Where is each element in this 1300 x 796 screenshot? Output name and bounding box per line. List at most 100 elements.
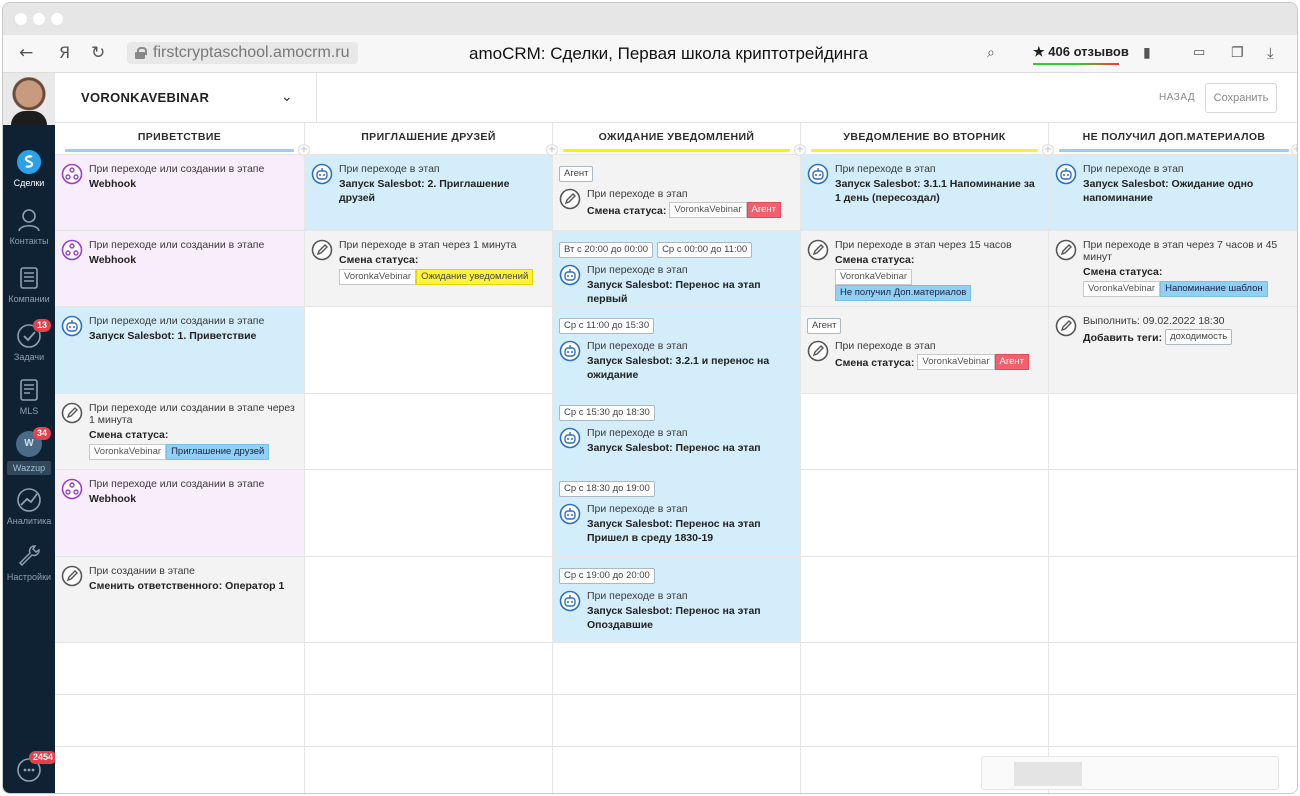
trigger-action: Смена статуса: <box>587 205 667 217</box>
empty-cell[interactable] <box>1049 469 1297 556</box>
salesbot-icon <box>559 427 581 449</box>
empty-cell[interactable] <box>305 746 552 793</box>
trigger-cell[interactable]: При переходе или создании в этапе через … <box>55 393 304 469</box>
empty-cell[interactable] <box>1049 694 1297 746</box>
address-bar[interactable]: firstcryptaschool.amocrm.ru <box>127 42 358 64</box>
download-icon[interactable]: ⤓ <box>1267 44 1274 62</box>
empty-cell[interactable] <box>1049 556 1297 642</box>
trigger-cell[interactable]: Ср с 19:00 до 20:00 При переходе в этап … <box>553 556 800 642</box>
pipeline-chip: VoronkaVebinar <box>835 269 913 285</box>
trigger-cell[interactable]: При переходе в этап Запуск Salesbot: Ожи… <box>1049 154 1297 230</box>
status-chips: VoronkaVebinar Не получил Доп.материалов <box>835 269 1042 301</box>
empty-cell[interactable] <box>801 393 1048 469</box>
chat-button[interactable]: 2454 <box>3 751 58 786</box>
empty-cell[interactable] <box>553 746 800 793</box>
trigger-cell[interactable]: Агент При переходе в этап Смена статуса:… <box>801 306 1048 393</box>
trigger-cell[interactable]: Ср с 15:30 до 18:30 При переходе в этап … <box>553 393 800 469</box>
pipeline-name[interactable]: VORONKAVEBINAR <box>81 90 209 105</box>
empty-cell[interactable] <box>1049 393 1297 469</box>
trigger-condition: При создании в этапе <box>89 565 195 577</box>
mls-icon <box>20 379 38 401</box>
pipeline-chip: VoronkaVebinar <box>1083 281 1161 297</box>
trigger-cell[interactable]: При переходе или создании в этапе Webhoo… <box>55 230 304 306</box>
back-link[interactable]: НАЗАД <box>1159 92 1195 103</box>
nav-tasks[interactable]: Задачи 13 <box>3 319 55 362</box>
trigger-condition: При переходе в этап через 1 минута <box>339 239 517 251</box>
empty-cell[interactable] <box>801 469 1048 556</box>
nav-wazzup[interactable]: W 34 <box>3 427 55 457</box>
trigger-condition: При переходе в этап через 7 часов и 45 м… <box>1083 239 1278 263</box>
status-chips: VoronkaVebinar Ожидание уведомлений <box>339 269 546 285</box>
extensions-icon[interactable]: ❐ <box>1231 45 1244 61</box>
trigger-condition: При переходе в этап <box>587 264 688 276</box>
companies-icon <box>20 267 38 289</box>
trigger-cell[interactable]: Выполнить: 09.02.2022 18:30 Добавить тег… <box>1049 306 1297 393</box>
trigger-action: Смена статуса: <box>89 429 169 441</box>
trigger-cell[interactable]: Агент При переходе в этап Смена статуса:… <box>553 154 800 230</box>
trigger-cell[interactable]: При переходе в этап Запуск Salesbot: 3.1… <box>801 154 1048 230</box>
browser-page-title: amoCRM: Сделки, Первая школа криптотрейд… <box>469 44 868 63</box>
trigger-cell[interactable]: Вт с 20:00 до 00:00 Ср с 00:00 до 11:00 П… <box>553 230 800 306</box>
empty-cell[interactable] <box>55 642 304 694</box>
zoom-window-button[interactable] <box>51 13 63 25</box>
minimize-window-button[interactable] <box>33 13 45 25</box>
nav-tasks-label: Задачи <box>13 352 45 362</box>
chevron-down-icon[interactable]: ⌄ <box>281 89 293 105</box>
trigger-condition: При переходе или создании в этапе <box>89 163 265 175</box>
nav-mls[interactable]: MLS <box>3 377 55 416</box>
trigger-cell[interactable]: При переходе или создании в этапе Запуск… <box>55 306 304 393</box>
empty-cell[interactable] <box>553 694 800 746</box>
trigger-cell[interactable]: При переходе или создании в этапе Webhoo… <box>55 469 304 556</box>
nav-settings[interactable]: Настройки <box>3 543 55 582</box>
empty-cell[interactable] <box>55 694 304 746</box>
reload-icon[interactable]: ↻ <box>91 43 105 63</box>
tag-chips: Добавить теги: доходимость <box>1083 329 1293 345</box>
nav-contacts[interactable]: Контакты <box>3 207 55 246</box>
reviews-badge[interactable]: ★ 406 отзывов <box>1033 43 1129 65</box>
trigger-cell[interactable]: Ср с 18:30 до 19:00 При переходе в этап … <box>553 469 800 556</box>
minimap-viewport[interactable] <box>1014 762 1082 786</box>
empty-cell[interactable] <box>305 556 552 642</box>
save-button[interactable]: Сохранить <box>1205 83 1277 113</box>
status-chips: VoronkaVebinar Приглашение друзей <box>89 444 298 460</box>
trigger-condition: При переходе в этап <box>587 590 688 602</box>
empty-cell[interactable] <box>801 642 1048 694</box>
trigger-action: Запуск Salesbot: Перенос на этап первый <box>587 279 761 305</box>
pipeline-header: VORONKAVEBINAR ⌄ НАЗАД Сохранить <box>55 73 1297 123</box>
trigger-cell[interactable]: При переходе в этап через 1 минута Смена… <box>305 230 552 306</box>
webhook-icon <box>61 163 83 185</box>
close-window-button[interactable] <box>15 13 27 25</box>
empty-cell[interactable] <box>305 469 552 556</box>
trigger-cell[interactable]: При переходе или создании в этапе Webhoo… <box>55 154 304 230</box>
status-change-icon <box>807 340 829 362</box>
empty-cell[interactable] <box>553 642 800 694</box>
search-icon[interactable]: ⌕ <box>987 45 995 61</box>
board-minimap[interactable] <box>981 756 1279 790</box>
trigger-cell[interactable]: При переходе в этап Запуск Salesbot: 2. … <box>305 154 552 230</box>
empty-cell[interactable] <box>801 556 1048 642</box>
column-ne-poluchil: НЕ ПОЛУЧИЛ ДОП.МАТЕРИАЛОВ + + При перехо… <box>1042 123 1297 793</box>
trigger-cell[interactable]: При переходе в этап через 7 часов и 45 м… <box>1049 230 1297 306</box>
empty-cell[interactable] <box>1049 642 1297 694</box>
nav-companies[interactable]: Компании <box>3 265 55 304</box>
user-avatar[interactable] <box>3 73 55 125</box>
yandex-icon[interactable]: Я <box>59 43 70 62</box>
trigger-cell[interactable]: Ср с 11:00 до 15:30 При переходе в этап … <box>553 306 800 393</box>
trigger-cell[interactable]: При переходе в этап через 15 часов Смена… <box>801 230 1048 306</box>
trigger-cell[interactable]: При создании в этапе Сменить ответственн… <box>55 556 304 642</box>
schedule-tag: Ср с 18:30 до 19:00 <box>559 481 655 497</box>
empty-cell[interactable] <box>305 393 552 469</box>
nav-deals[interactable]: Сделки <box>3 149 55 188</box>
empty-cell[interactable] <box>305 306 552 393</box>
empty-cell[interactable] <box>801 694 1048 746</box>
empty-cell[interactable] <box>55 746 304 793</box>
header-divider <box>316 73 317 123</box>
bookmark-icon[interactable]: ▮ <box>1143 45 1151 61</box>
nav-analytics[interactable]: Аналитика <box>3 487 55 526</box>
empty-cell[interactable] <box>305 642 552 694</box>
back-arrow-icon[interactable]: ← <box>19 43 33 63</box>
empty-cell[interactable] <box>305 694 552 746</box>
column-color-bar <box>1059 149 1289 152</box>
trigger-action: Запуск Salesbot: Перенос на этап Пришел … <box>587 518 761 544</box>
stage-chip: Ожидание уведомлений <box>416 269 534 285</box>
